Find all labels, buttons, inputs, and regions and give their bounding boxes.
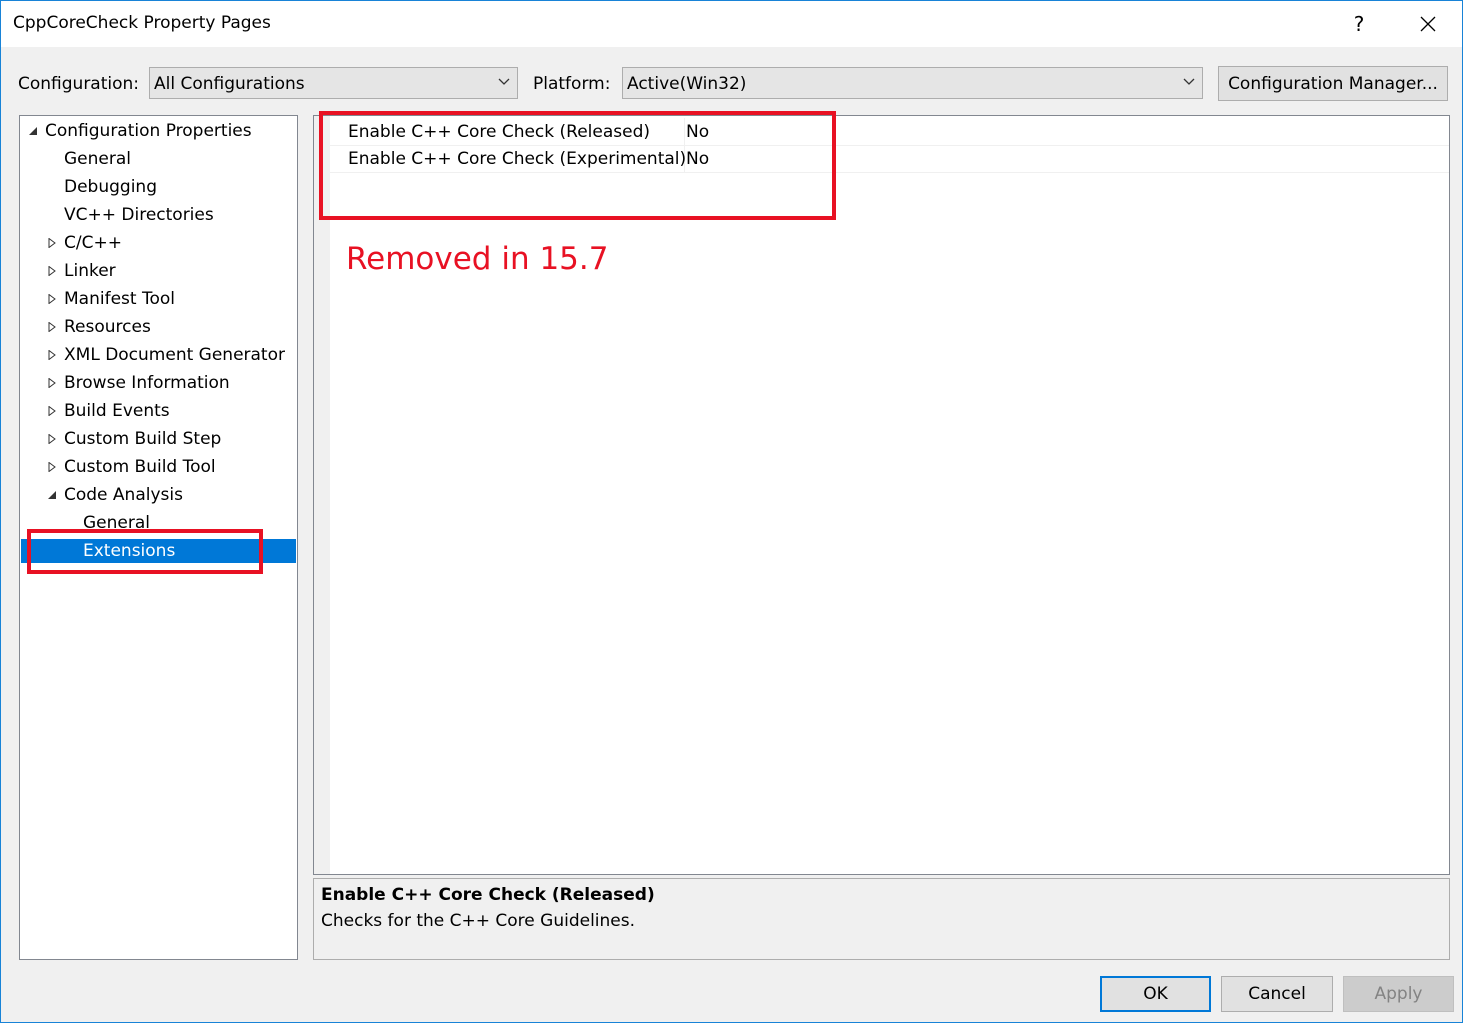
collapsed-arrow-icon[interactable]: [47, 238, 57, 248]
description-panel: Enable C++ Core Check (Released) Checks …: [313, 878, 1450, 960]
tree-item-general[interactable]: General: [64, 147, 131, 171]
collapsed-arrow-icon[interactable]: [47, 266, 57, 276]
collapsed-arrow-icon[interactable]: [47, 350, 57, 360]
tree-item-label: XML Document Generator: [64, 345, 285, 365]
tree-item-label: C/C++: [64, 233, 122, 253]
tree-item-label: Browse Information: [64, 373, 230, 393]
collapsed-arrow-icon[interactable]: [47, 462, 57, 472]
tree-item-label: Configuration Properties: [45, 121, 252, 141]
tree-item-label: Custom Build Step: [64, 429, 222, 449]
close-icon: [1420, 16, 1436, 32]
collapsed-arrow-icon[interactable]: [47, 322, 57, 332]
tree-item-configuration-properties[interactable]: Configuration Properties: [28, 119, 252, 143]
collapsed-arrow-icon[interactable]: [47, 378, 57, 388]
configuration-dropdown[interactable]: All Configurations: [149, 67, 518, 99]
tree-item-manifest-tool[interactable]: Manifest Tool: [47, 287, 175, 311]
platform-value: Active(Win32): [627, 74, 747, 94]
tree-item-custom-build-step[interactable]: Custom Build Step: [47, 427, 221, 451]
tree-item-label: Linker: [64, 261, 116, 281]
collapsed-arrow-icon[interactable]: [47, 406, 57, 416]
highlight-box-extensions: [27, 529, 263, 574]
chevron-down-icon: [498, 78, 510, 85]
apply-button[interactable]: Apply: [1343, 976, 1454, 1012]
tree-item-label: Resources: [64, 317, 151, 337]
tree-item-build-events[interactable]: Build Events: [47, 399, 170, 423]
close-button[interactable]: [1406, 7, 1450, 41]
removed-annotation: Removed in 15.7: [346, 241, 609, 277]
expanded-arrow-icon[interactable]: [28, 126, 38, 136]
configuration-manager-button[interactable]: Configuration Manager...: [1218, 66, 1448, 101]
tree-item-label: Custom Build Tool: [64, 457, 216, 477]
window-title: CppCoreCheck Property Pages: [13, 13, 271, 33]
help-button[interactable]: ?: [1337, 7, 1381, 41]
title-bar: CppCoreCheck Property Pages ?: [1, 1, 1462, 47]
configuration-label: Configuration:: [18, 74, 140, 94]
tree-item-vc-directories[interactable]: VC++ Directories: [64, 203, 214, 227]
property-grid: Enable C++ Core Check (Released) No Enab…: [313, 115, 1450, 875]
configuration-value: All Configurations: [154, 74, 305, 94]
highlight-box-properties: [319, 111, 836, 220]
property-pages-dialog: CppCoreCheck Property Pages ? Configurat…: [0, 0, 1463, 1023]
chevron-down-icon: [1183, 78, 1195, 85]
tree-item-code-analysis[interactable]: Code Analysis: [47, 483, 183, 507]
tree-item-resources[interactable]: Resources: [47, 315, 151, 339]
tree-item-custom-build-tool[interactable]: Custom Build Tool: [47, 455, 216, 479]
platform-label: Platform:: [533, 74, 611, 94]
expanded-arrow-icon[interactable]: [47, 490, 57, 500]
grid-gutter: [314, 116, 330, 874]
tree-item-label: Code Analysis: [64, 485, 183, 505]
cancel-button[interactable]: Cancel: [1221, 976, 1333, 1012]
tree-item-debugging[interactable]: Debugging: [64, 175, 157, 199]
tree-item-browse-information[interactable]: Browse Information: [47, 371, 230, 395]
description-text: Checks for the C++ Core Guidelines.: [321, 911, 636, 931]
tree-item-label: Build Events: [64, 401, 170, 421]
collapsed-arrow-icon[interactable]: [47, 434, 57, 444]
tree-item-c-cpp[interactable]: C/C++: [47, 231, 122, 255]
ok-button[interactable]: OK: [1100, 976, 1211, 1012]
description-title: Enable C++ Core Check (Released): [321, 885, 655, 905]
tree-item-label: Manifest Tool: [64, 289, 175, 309]
platform-dropdown[interactable]: Active(Win32): [622, 67, 1203, 99]
collapsed-arrow-icon[interactable]: [47, 294, 57, 304]
tree-item-linker[interactable]: Linker: [47, 259, 116, 283]
tree-item-xml-document-generator[interactable]: XML Document Generator: [47, 343, 285, 367]
